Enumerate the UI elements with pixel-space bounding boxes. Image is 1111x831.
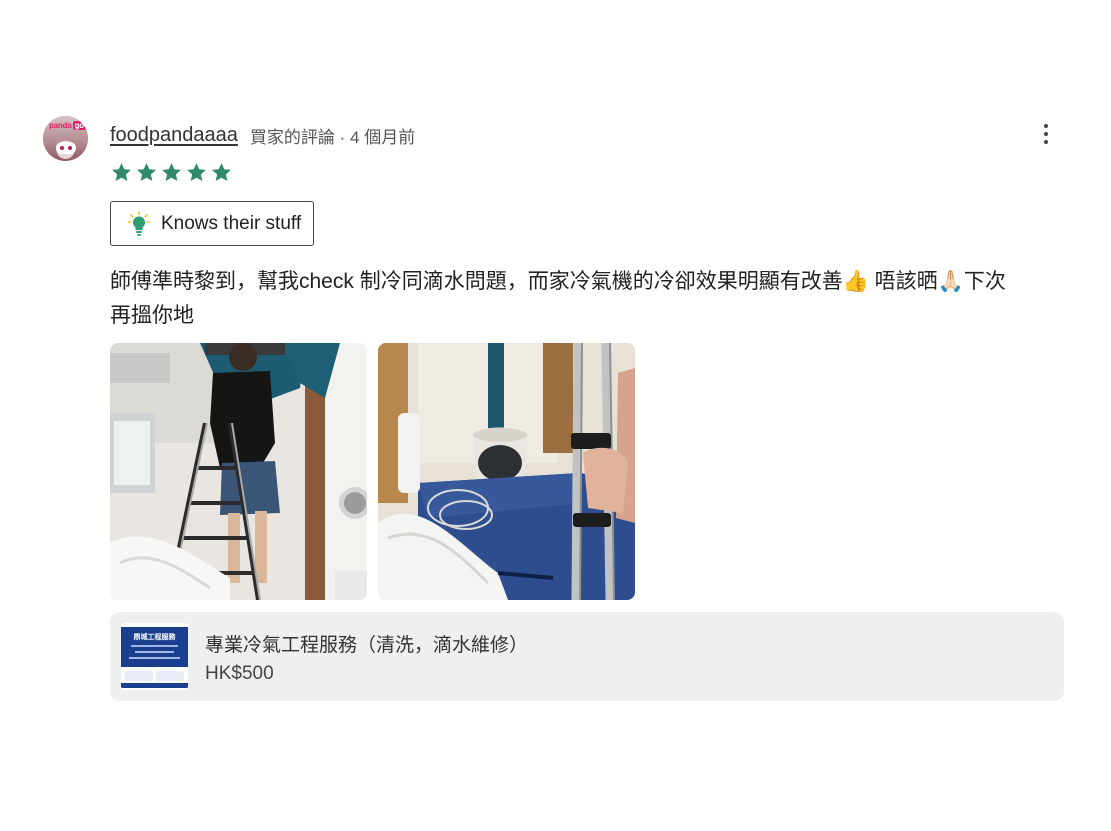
badge-label: Knows their stuff [161, 212, 302, 234]
product-title: 專業冷氣工程服務（清洗，滴水維修） [205, 635, 529, 656]
review-text-line: 師傅準時黎到，幫我check 制冷同滴水問題，而家冷氣機的冷卻效果明顯有改善👍 … [110, 270, 1006, 293]
product-price: HK$500 [205, 663, 274, 684]
review-meta: 買家的評論 · 4 個月前 [249, 127, 416, 147]
star-rating [110, 161, 233, 184]
star-icon [137, 163, 156, 182]
product-card[interactable]: 鼎城工程服務 專業冷氣工程服務（清洗，滴水維修） HK$500 [110, 612, 1064, 701]
star-icon [187, 163, 206, 182]
review-header: foodpandaaaa 買家的評論 · 4 個月前 [110, 122, 415, 148]
star-icon [162, 163, 181, 182]
knows-their-stuff-badge: Knows their stuff [110, 201, 315, 246]
more-options-button[interactable] [1034, 120, 1058, 148]
product-thumbnail: 鼎城工程服務 [121, 623, 188, 690]
technician-on-ladder-photo[interactable] [110, 343, 367, 600]
more-options-icon [1044, 124, 1048, 128]
star-icon [212, 163, 231, 182]
photo-image [110, 343, 367, 600]
drain-bucket-photo[interactable] [378, 343, 635, 600]
star-icon [112, 163, 131, 182]
review-text: 師傅準時黎到，幫我check 制冷同滴水問題，而家冷氣機的冷卻效果明顯有改善👍 … [110, 265, 1064, 333]
product-thumb-heading: 鼎城工程服務 [134, 632, 177, 641]
photo-image [378, 343, 635, 600]
lightbulb-icon [127, 210, 151, 236]
review-photos [110, 343, 635, 600]
avatar[interactable]: panda go [43, 116, 88, 161]
review-text-line: 再搵你地 [110, 304, 194, 327]
reviewer-name-link[interactable]: foodpandaaaa [110, 124, 238, 147]
product-thumbnail-image: 鼎城工程服務 [121, 623, 188, 690]
avatar-logo: panda go [49, 121, 86, 130]
avatar-face [56, 142, 76, 154]
